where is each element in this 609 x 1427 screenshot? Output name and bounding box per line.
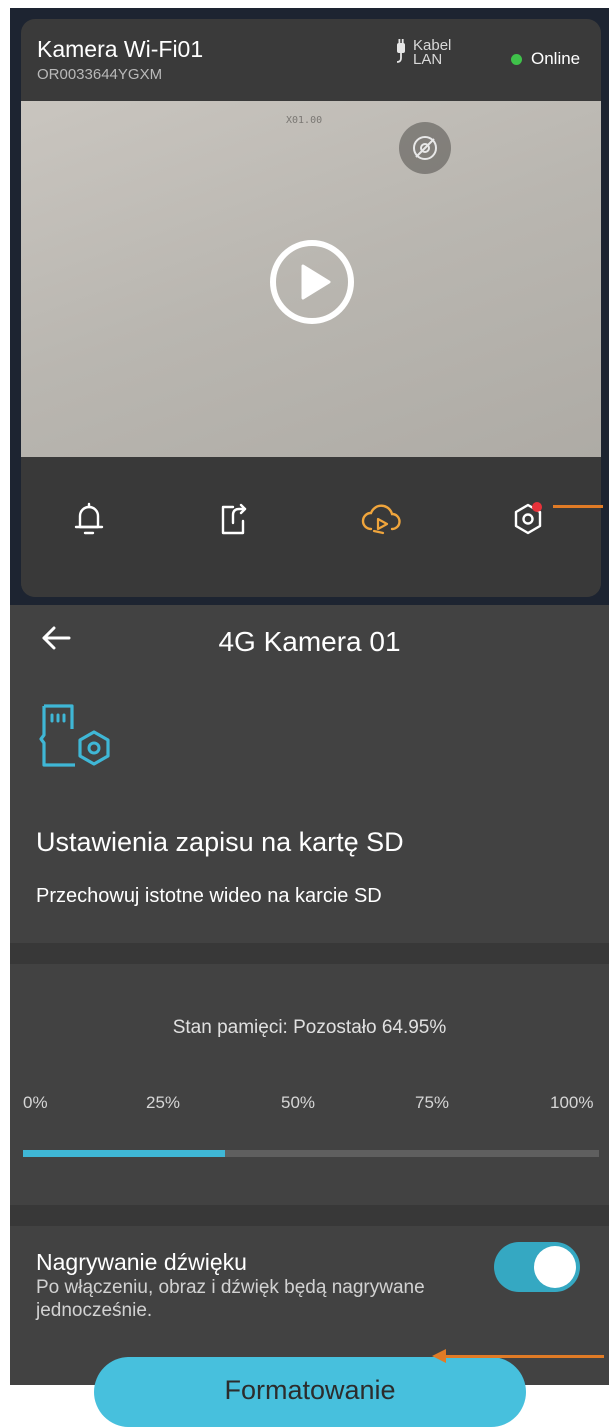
notification-dot xyxy=(532,502,542,512)
cable-plug-icon xyxy=(396,39,405,63)
video-preview[interactable]: X01.00 xyxy=(21,101,601,457)
camera-header: Kamera Wi-Fi01 OR0033644YGXM Kabel LAN O… xyxy=(21,19,601,101)
privacy-mode-button[interactable] xyxy=(399,122,451,174)
zoom-label: X01.00 xyxy=(286,115,323,126)
annotation-arrow-settings xyxy=(553,505,603,508)
audio-recording-title: Nagrywanie dźwięku xyxy=(36,1249,247,1275)
audio-recording-toggle[interactable] xyxy=(494,1242,580,1292)
online-status: Online xyxy=(511,49,580,69)
camera-toolbar xyxy=(21,457,601,597)
play-icon[interactable] xyxy=(269,239,355,325)
scale-label-0: 0% xyxy=(23,1093,48,1112)
status-dot xyxy=(511,53,522,65)
camera-card: Kamera Wi-Fi01 OR0033644YGXM Kabel LAN O… xyxy=(21,19,601,597)
scale-label-25: 25% xyxy=(146,1093,181,1112)
scale-label-75: 75% xyxy=(415,1093,450,1112)
cloud-playback-icon[interactable] xyxy=(359,497,403,541)
storage-progress-fill xyxy=(23,1150,225,1157)
section-title: Ustawienia zapisu na kartę SD xyxy=(36,827,404,857)
eye-off-icon xyxy=(413,136,437,160)
annotation-arrow-format-head xyxy=(432,1349,446,1363)
settings-icon xyxy=(514,503,542,535)
format-button[interactable]: Formatowanie xyxy=(94,1357,526,1427)
bell-icon[interactable] xyxy=(67,497,111,541)
sd-settings-page: 4G Kamera 01 Ustawienia zapisu na kartę … xyxy=(10,605,609,1427)
status-text: Online xyxy=(531,49,581,68)
divider xyxy=(10,1205,609,1226)
connection-type: Kabel LAN xyxy=(395,38,451,68)
storage-progress-bar xyxy=(23,1150,599,1157)
storage-status: Stan pamięci: Pozostało 64.95% xyxy=(172,1017,447,1038)
section-description: Przechowuj istotne wideo na karcie SD xyxy=(36,885,382,907)
audio-recording-description: Po włączeniu, obraz i dźwięk będą nagryw… xyxy=(36,1277,425,1321)
scale-label-100: 100% xyxy=(550,1093,594,1112)
annotation-arrow-format-line xyxy=(446,1355,604,1358)
page-title: 4G Kamera 01 xyxy=(218,626,401,657)
sd-card-settings-icon xyxy=(39,704,110,767)
camera-serial: OR0033644YGXM xyxy=(37,66,163,83)
share-icon[interactable] xyxy=(211,497,255,541)
connection-label-2: LAN xyxy=(413,51,443,68)
camera-title: Kamera Wi-Fi01 xyxy=(37,36,204,62)
top-bar: 4G Kamera 01 xyxy=(10,605,609,675)
divider xyxy=(10,943,609,964)
scale-label-50: 50% xyxy=(281,1093,316,1112)
toggle-knob xyxy=(534,1246,576,1288)
settings-button[interactable] xyxy=(506,497,550,541)
